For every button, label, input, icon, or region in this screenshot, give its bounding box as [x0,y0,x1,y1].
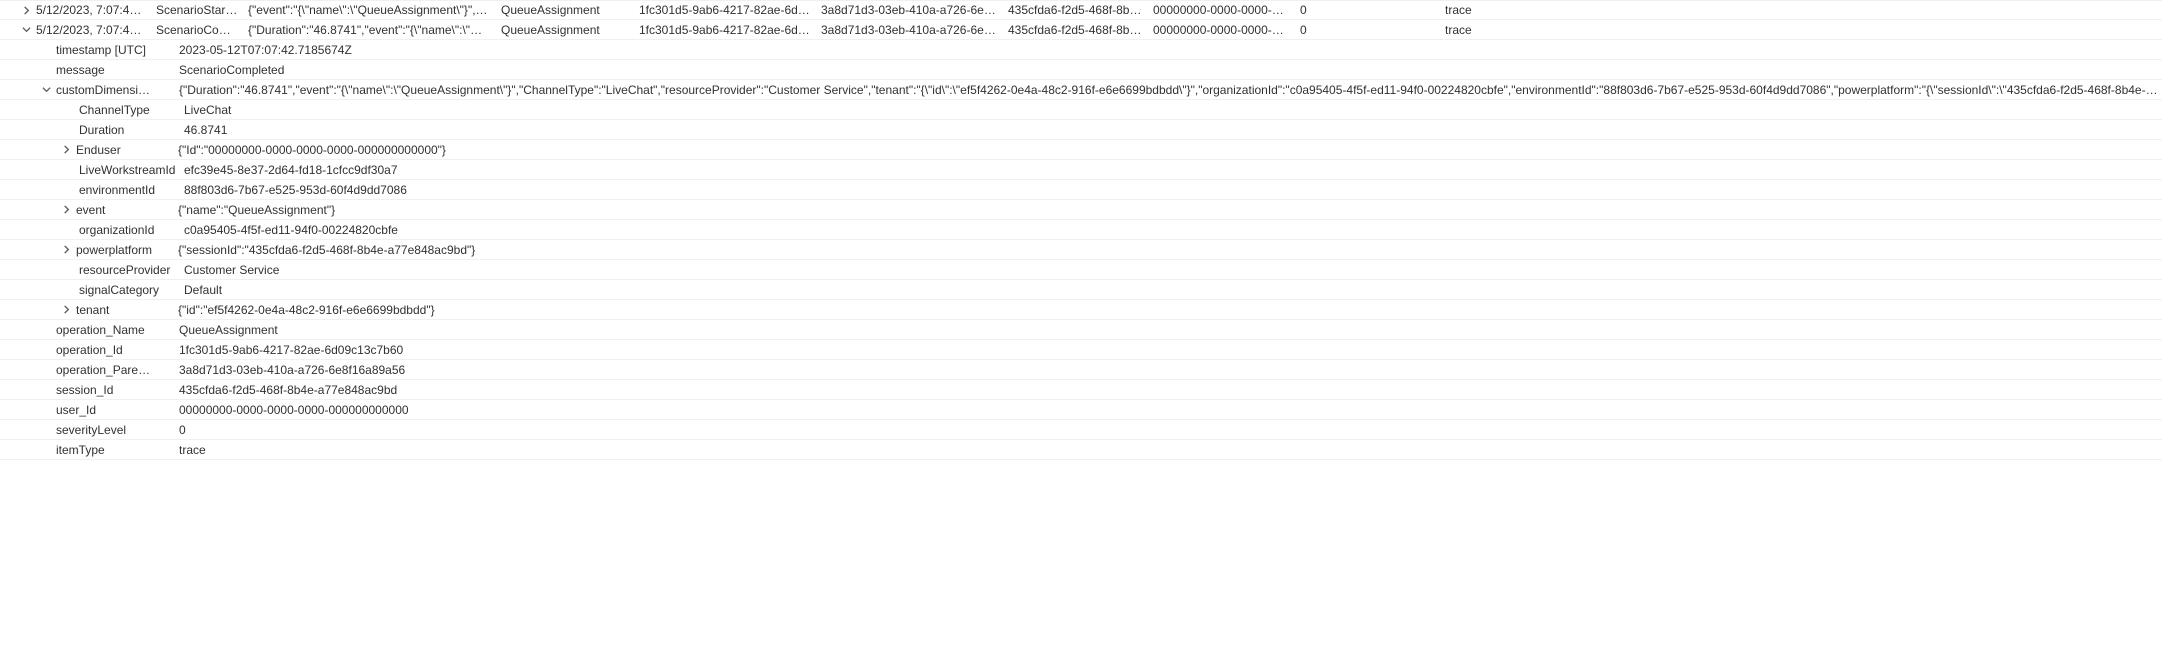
detail-value: ScenarioCompleted [161,63,2162,77]
cell-opid: 1fc301d5-9ab6-4217-82ae-6d09c13c7b60 [639,23,821,37]
detail-value: 0 [161,423,2162,437]
detail-value: 3a8d71d3-03eb-410a-a726-6e8f16a89a56 [161,363,2162,377]
cell-timestamp: 5/12/2023, 7:07:42.718 A... [36,23,156,37]
cell-message: ScenarioStarted [156,3,248,17]
detail-row: session_Id 435cfda6-f2d5-468f-8b4e-a77e8… [0,380,2162,400]
detail-row[interactable]: powerplatform {"sessionId":"435cfda6-f2d… [0,240,2162,260]
detail-row: user_Id 00000000-0000-0000-0000-00000000… [0,400,2162,420]
cell-message: ScenarioCompleted [156,23,248,37]
detail-value: efc39e45-8e37-2d64-fd18-1cfcc9df30a7 [184,163,2162,177]
detail-row: organizationId c0a95405-4f5f-ed11-94f0-0… [0,220,2162,240]
detail-key: signalCategory [79,283,184,297]
table-row[interactable]: 5/12/2023, 7:07:42.671 AM ScenarioStarte… [0,0,2162,20]
cell-userid: 00000000-0000-0000-0000-00... [1153,23,1300,37]
detail-value: 46.8741 [184,123,2162,137]
detail-row[interactable]: Enduser {"Id":"00000000-0000-0000-0000-0… [0,140,2162,160]
detail-row: operation_Name QueueAssignment [0,320,2162,340]
detail-key: environmentId [79,183,184,197]
cell-sessionid: 435cfda6-f2d5-468f-8b4e-a77... [1008,3,1153,17]
cell-event: {"Duration":"46.8741","event":"{\"name\"… [248,23,501,37]
detail-value: 00000000-0000-0000-0000-000000000000 [161,403,2162,417]
detail-value: {"id":"ef5f4262-0e4a-48c2-916f-e6e6699bd… [178,303,2162,317]
detail-key: operation_ParentId [56,363,161,377]
table-row[interactable]: 5/12/2023, 7:07:42.718 A... ScenarioComp… [0,20,2162,40]
detail-key: event [76,203,178,217]
cell-severity: 0 [1300,23,1445,37]
chevron-right-icon[interactable] [56,245,76,254]
detail-key: powerplatform [76,243,178,257]
detail-key: itemType [56,443,161,457]
detail-row: itemType trace [0,440,2162,460]
cell-severity: 0 [1300,3,1445,17]
detail-key: severityLevel [56,423,161,437]
chevron-right-icon[interactable] [56,205,76,214]
detail-value: QueueAssignment [161,323,2162,337]
detail-value: {"name":"QueueAssignment"} [178,203,2162,217]
detail-row: severityLevel 0 [0,420,2162,440]
detail-key: Enduser [76,143,178,157]
detail-value: {"Duration":"46.8741","event":"{\"name\"… [161,83,2162,97]
cell-userid: 00000000-0000-0000-0000-00... [1153,3,1300,17]
detail-value: 435cfda6-f2d5-468f-8b4e-a77e848ac9bd [161,383,2162,397]
detail-key: customDimensions [56,83,161,97]
cell-itemtype: trace [1445,23,1525,37]
cell-itemtype: trace [1445,3,1525,17]
detail-row[interactable]: tenant {"id":"ef5f4262-0e4a-48c2-916f-e6… [0,300,2162,320]
detail-key: session_Id [56,383,161,397]
detail-value: {"Id":"00000000-0000-0000-0000-000000000… [178,143,2162,157]
detail-key: organizationId [79,223,184,237]
cell-opname: QueueAssignment [501,3,639,17]
detail-row: resourceProvider Customer Service [0,260,2162,280]
cell-opname: QueueAssignment [501,23,639,37]
detail-value: LiveChat [184,103,2162,117]
detail-key: message [56,63,161,77]
detail-value: Default [184,283,2162,297]
detail-row: Duration 46.8741 [0,120,2162,140]
cell-event: {"event":"{\"name\":\"QueueAssignment\"}… [248,3,501,17]
detail-row: ChannelType LiveChat [0,100,2162,120]
detail-row: environmentId 88f803d6-7b67-e525-953d-60… [0,180,2162,200]
chevron-down-icon[interactable] [36,85,56,94]
detail-row: operation_ParentId 3a8d71d3-03eb-410a-a7… [0,360,2162,380]
detail-key: user_Id [56,403,161,417]
detail-key: operation_Id [56,343,161,357]
detail-value: {"sessionId":"435cfda6-f2d5-468f-8b4e-a7… [178,243,2162,257]
detail-value: trace [161,443,2162,457]
detail-key: ChannelType [79,103,184,117]
detail-value: Customer Service [184,263,2162,277]
detail-row: timestamp [UTC] 2023-05-12T07:07:42.7185… [0,40,2162,60]
detail-value: c0a95405-4f5f-ed11-94f0-00224820cbfe [184,223,2162,237]
detail-key: tenant [76,303,178,317]
chevron-down-icon[interactable] [16,25,36,34]
cell-opid: 1fc301d5-9ab6-4217-82ae-6d09c13c7b60 [639,3,821,17]
cell-sessionid: 435cfda6-f2d5-468f-8b4e-a77... [1008,23,1153,37]
detail-value: 1fc301d5-9ab6-4217-82ae-6d09c13c7b60 [161,343,2162,357]
detail-row: LiveWorkstreamId efc39e45-8e37-2d64-fd18… [0,160,2162,180]
detail-value: 2023-05-12T07:07:42.7185674Z [161,43,2162,57]
chevron-right-icon[interactable] [56,145,76,154]
cell-parentid: 3a8d71d3-03eb-410a-a726-6e8f16a89a56 [821,3,1008,17]
detail-row[interactable]: customDimensions {"Duration":"46.8741","… [0,80,2162,100]
chevron-right-icon[interactable] [16,6,36,15]
detail-row: operation_Id 1fc301d5-9ab6-4217-82ae-6d0… [0,340,2162,360]
detail-row[interactable]: event {"name":"QueueAssignment"} [0,200,2162,220]
cell-timestamp: 5/12/2023, 7:07:42.671 AM [36,3,156,17]
detail-value: 88f803d6-7b67-e525-953d-60f4d9dd7086 [184,183,2162,197]
chevron-right-icon[interactable] [56,305,76,314]
detail-key: timestamp [UTC] [56,43,161,57]
detail-key: Duration [79,123,184,137]
detail-row: message ScenarioCompleted [0,60,2162,80]
detail-row: signalCategory Default [0,280,2162,300]
cell-parentid: 3a8d71d3-03eb-410a-a726-6e8f16a89a56 [821,23,1008,37]
detail-key: operation_Name [56,323,161,337]
detail-key: LiveWorkstreamId [79,163,184,177]
detail-key: resourceProvider [79,263,184,277]
